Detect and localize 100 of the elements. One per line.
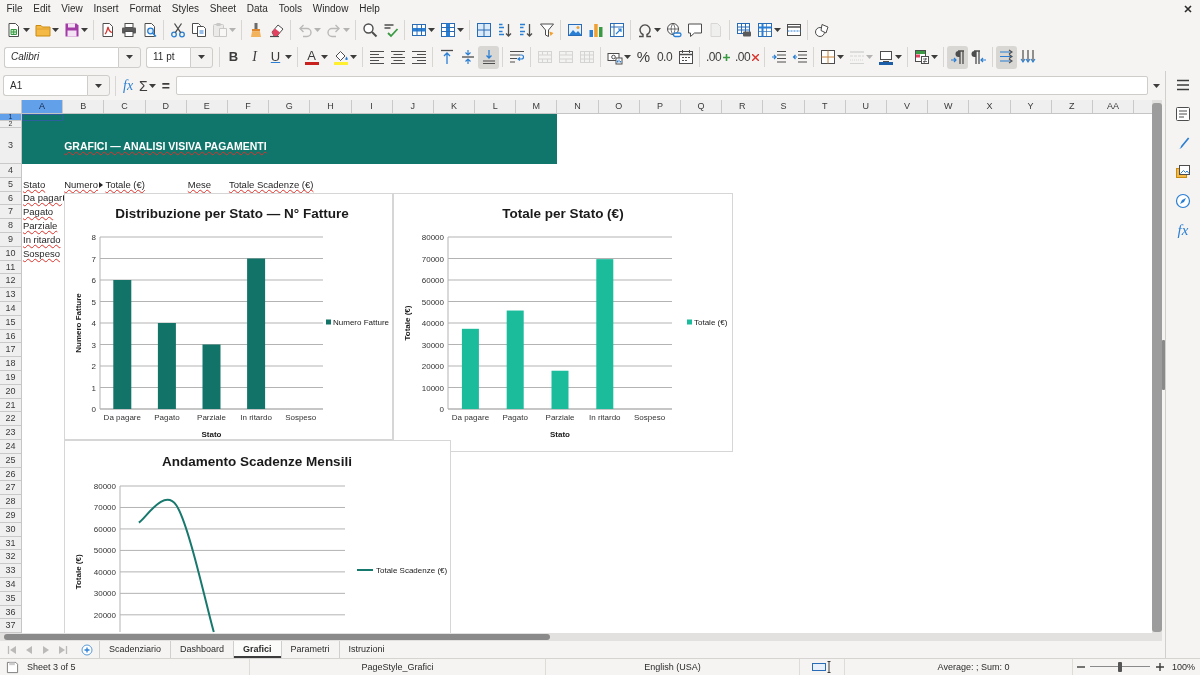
formula-button[interactable]: = <box>158 74 173 97</box>
row-header[interactable]: 6 <box>0 191 21 206</box>
delete-decimal-button[interactable]: .00 <box>732 45 761 69</box>
left-to-right-button[interactable] <box>947 45 968 69</box>
row-header[interactable]: 30 <box>0 522 21 537</box>
column-header[interactable]: L <box>475 100 517 113</box>
font-name-field[interactable]: Calibri <box>4 46 118 68</box>
row-header[interactable]: 29 <box>0 508 21 523</box>
column-header[interactable]: W <box>928 100 970 113</box>
menu-item[interactable]: Help <box>353 1 386 16</box>
name-box-field[interactable]: A1 <box>3 75 87 96</box>
row-header[interactable]: 23 <box>0 426 21 440</box>
sum-button[interactable]: Σ <box>136 74 159 97</box>
row-header[interactable]: 19 <box>0 370 21 385</box>
add-decimal-button[interactable]: .00 <box>703 45 732 69</box>
column-header[interactable]: U <box>845 100 887 113</box>
align-bottom-button[interactable] <box>478 45 499 69</box>
column-header[interactable]: T <box>804 100 846 113</box>
italic-button[interactable]: I <box>244 45 265 69</box>
menu-item[interactable]: Window <box>307 1 354 16</box>
percent-format-button[interactable]: % <box>633 45 654 69</box>
column-header[interactable]: S <box>763 100 805 113</box>
row-header[interactable]: 21 <box>0 398 21 413</box>
number-format-button[interactable]: 0.0 <box>654 45 675 69</box>
sheet-tab[interactable]: Scadenziario <box>99 641 171 658</box>
horizontal-scrollbar[interactable] <box>0 633 1152 641</box>
row-header[interactable]: 26 <box>0 467 21 482</box>
menu-item[interactable]: Insert <box>88 1 124 16</box>
column-header[interactable]: B <box>63 100 105 113</box>
sheet-tab[interactable]: Parametri <box>280 641 339 658</box>
row-header[interactable]: 24 <box>0 439 21 454</box>
menu-item[interactable]: Tools <box>273 1 308 16</box>
row-header[interactable]: 4 <box>0 164 21 178</box>
row-header[interactable]: 12 <box>0 274 21 289</box>
row-header[interactable]: 34 <box>0 577 21 592</box>
selection-mode-icon[interactable] <box>812 660 832 674</box>
menu-item[interactable]: Edit <box>27 1 56 16</box>
menu-item[interactable]: Format <box>124 1 167 16</box>
menu-item[interactable]: Styles <box>166 1 205 16</box>
row-header[interactable]: 14 <box>0 301 21 316</box>
underline-button[interactable]: U <box>265 45 294 69</box>
zoom-in-button[interactable] <box>1156 663 1164 671</box>
column-header[interactable]: H <box>310 100 352 113</box>
row-header[interactable]: 22 <box>0 412 21 427</box>
row-header[interactable]: 16 <box>0 329 21 344</box>
row-header[interactable]: 11 <box>0 260 21 275</box>
row-header[interactable]: 8 <box>0 219 21 233</box>
column-header[interactable]: X <box>969 100 1011 113</box>
row-header[interactable]: 32 <box>0 550 21 565</box>
menu-item[interactable]: File <box>1 1 28 16</box>
dropdown-button[interactable] <box>190 46 213 68</box>
font-color-button[interactable]: A <box>301 45 330 69</box>
column-header[interactable]: J <box>392 100 434 113</box>
column-header[interactable]: V <box>886 100 929 113</box>
zoom-out-button[interactable] <box>1077 663 1085 671</box>
row-header[interactable]: 33 <box>0 564 21 578</box>
row-header[interactable]: 3 <box>0 128 21 164</box>
row-header[interactable]: 17 <box>0 343 21 358</box>
row-header[interactable]: 10 <box>0 246 21 261</box>
row-header[interactable]: 18 <box>0 357 21 371</box>
functions-button[interactable]: fx <box>1171 218 1195 242</box>
sheet-tab[interactable]: Grafici <box>233 641 281 658</box>
menu-item[interactable]: Sheet <box>204 1 242 16</box>
sheet-tab[interactable]: Istruzioni <box>338 641 394 658</box>
column-header[interactable]: I <box>351 100 393 113</box>
row-header[interactable]: 36 <box>0 605 21 620</box>
slider-thumb[interactable] <box>1118 662 1122 672</box>
text-left-to-right-button[interactable] <box>996 45 1017 69</box>
column-header[interactable]: N <box>557 100 599 113</box>
formula-input-field[interactable] <box>175 76 1148 95</box>
column-header[interactable]: Q <box>681 100 723 113</box>
menu-item[interactable]: Data <box>241 1 274 16</box>
row-header[interactable]: 7 <box>0 205 21 220</box>
column-header[interactable]: F <box>227 100 270 113</box>
row-header[interactable]: 15 <box>0 315 21 330</box>
dropdown-button[interactable] <box>118 46 141 68</box>
row-header[interactable]: 9 <box>0 233 21 247</box>
add-sheet-button[interactable] <box>80 641 93 658</box>
column-header[interactable]: R <box>722 100 764 113</box>
column-header[interactable]: Z <box>1051 100 1093 113</box>
column-header[interactable]: A <box>22 100 64 113</box>
sidebar-grip[interactable] <box>1162 340 1165 390</box>
row-header[interactable]: 25 <box>0 453 21 468</box>
column-header[interactable]: D <box>145 100 187 113</box>
row-header[interactable]: 31 <box>0 536 21 551</box>
column-header[interactable]: G <box>269 100 311 113</box>
column-header[interactable]: AA <box>1092 100 1135 113</box>
font-size-field[interactable]: 11 pt <box>146 46 190 68</box>
row-header[interactable]: 13 <box>0 288 21 302</box>
column-header[interactable]: O <box>598 100 640 113</box>
row-header[interactable]: 5 <box>0 177 21 192</box>
column-header[interactable]: E <box>186 100 228 113</box>
scrollbar-thumb[interactable] <box>4 634 550 640</box>
row-header[interactable]: 28 <box>0 495 21 509</box>
column-header[interactable]: C <box>104 100 146 113</box>
column-header[interactable]: K <box>433 100 476 113</box>
row-header[interactable]: 35 <box>0 591 21 606</box>
function-wizard-button[interactable]: fx <box>120 74 137 97</box>
close-icon[interactable] <box>1184 4 1192 13</box>
column-header[interactable]: Y <box>1010 100 1052 113</box>
